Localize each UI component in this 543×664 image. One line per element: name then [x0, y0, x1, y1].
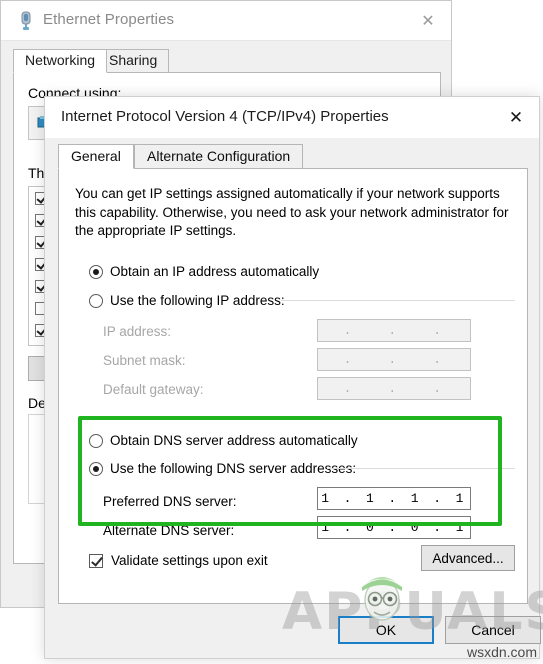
dns-group-divider — [327, 468, 515, 469]
radio-obtain-dns-label: Obtain DNS server address automatically — [110, 433, 358, 448]
ipv4-dialog-title: Internet Protocol Version 4 (TCP/IPv4) P… — [61, 108, 389, 125]
tab-networking[interactable]: Networking — [13, 49, 108, 73]
alternate-dns-label-row: Alternate DNS server: — [103, 518, 234, 542]
preferred-dns-label: Preferred DNS server: — [103, 493, 237, 509]
ip-address-label: IP address: — [103, 323, 172, 339]
alternate-dns-label: Alternate DNS server: — [103, 522, 235, 538]
tab-sharing[interactable]: Sharing — [97, 49, 170, 73]
default-gateway-label: Default gateway: — [103, 381, 204, 397]
radio-use-following-dns[interactable]: Use the following DNS server addresses: — [89, 461, 356, 476]
ipv4-description-text: You can get IP settings assigned automat… — [75, 186, 509, 238]
radio-obtain-ip-label: Obtain an IP address automatically — [110, 264, 320, 279]
ip-group-divider — [281, 300, 515, 301]
radio-icon[interactable] — [89, 264, 103, 279]
validate-settings-checkbox-row[interactable]: Validate settings upon exit — [89, 553, 268, 568]
subnet-mask-value: . . . — [309, 352, 479, 367]
preferred-dns-label-row: Preferred DNS server: — [103, 489, 237, 513]
ipv4-general-panel: You can get IP settings assigned automat… — [58, 168, 528, 604]
ethernet-properties-title: Ethernet Properties — [43, 11, 175, 28]
radio-use-ip-label: Use the following IP address: — [110, 293, 285, 308]
ipv4-titlebar: Internet Protocol Version 4 (TCP/IPv4) P… — [45, 97, 539, 138]
radio-obtain-ip-automatically[interactable]: Obtain an IP address automatically — [89, 264, 319, 279]
subnet-mask-label-row: Subnet mask: — [103, 348, 186, 372]
default-gateway-input[interactable]: . . . — [317, 377, 471, 400]
ip-address-label-row: IP address: — [103, 319, 171, 343]
subnet-mask-label: Subnet mask: — [103, 352, 186, 368]
default-gateway-label-row: Default gateway: — [103, 377, 204, 401]
radio-icon[interactable] — [89, 461, 103, 476]
advanced-button[interactable]: Advanced... — [421, 545, 515, 571]
tab-alternate-configuration[interactable]: Alternate Configuration — [134, 144, 304, 169]
close-icon[interactable]: ✕ — [405, 1, 451, 40]
validate-settings-label: Validate settings upon exit — [111, 553, 268, 568]
alternate-dns-value: 1 . 0 . 0 . 1 — [321, 520, 467, 535]
radio-obtain-dns-automatically[interactable]: Obtain DNS server address automatically — [89, 433, 358, 448]
ip-address-input[interactable]: . . . — [317, 319, 471, 342]
cancel-button[interactable]: Cancel — [445, 616, 541, 644]
ethernet-tabstrip: Networking Sharing — [13, 49, 441, 73]
ok-button[interactable]: OK — [338, 616, 434, 644]
checkbox-icon[interactable] — [89, 553, 103, 568]
radio-icon[interactable] — [89, 293, 103, 308]
preferred-dns-input[interactable]: 1 . 1 . 1 . 1 — [317, 487, 471, 510]
alternate-dns-input[interactable]: 1 . 0 . 0 . 1 — [317, 516, 471, 539]
subnet-mask-input[interactable]: . . . — [317, 348, 471, 371]
ipv4-tabstrip: General Alternate Configuration — [58, 144, 528, 169]
radio-use-dns-label: Use the following DNS server addresses: — [110, 461, 357, 476]
radio-use-following-ip[interactable]: Use the following IP address: — [89, 293, 285, 308]
default-gateway-value: . . . — [309, 381, 479, 396]
radio-icon[interactable] — [89, 433, 103, 448]
ethernet-properties-titlebar: Ethernet Properties ✕ — [1, 1, 451, 41]
ipv4-properties-dialog: Internet Protocol Version 4 (TCP/IPv4) P… — [44, 96, 541, 659]
close-icon[interactable]: ✕ — [493, 97, 539, 138]
ethernet-adapter-icon — [15, 10, 37, 32]
preferred-dns-value: 1 . 1 . 1 . 1 — [321, 491, 467, 506]
site-watermark-text: wsxdn.com — [466, 644, 537, 660]
tab-general[interactable]: General — [58, 144, 134, 169]
ip-address-value: . . . — [309, 323, 479, 338]
